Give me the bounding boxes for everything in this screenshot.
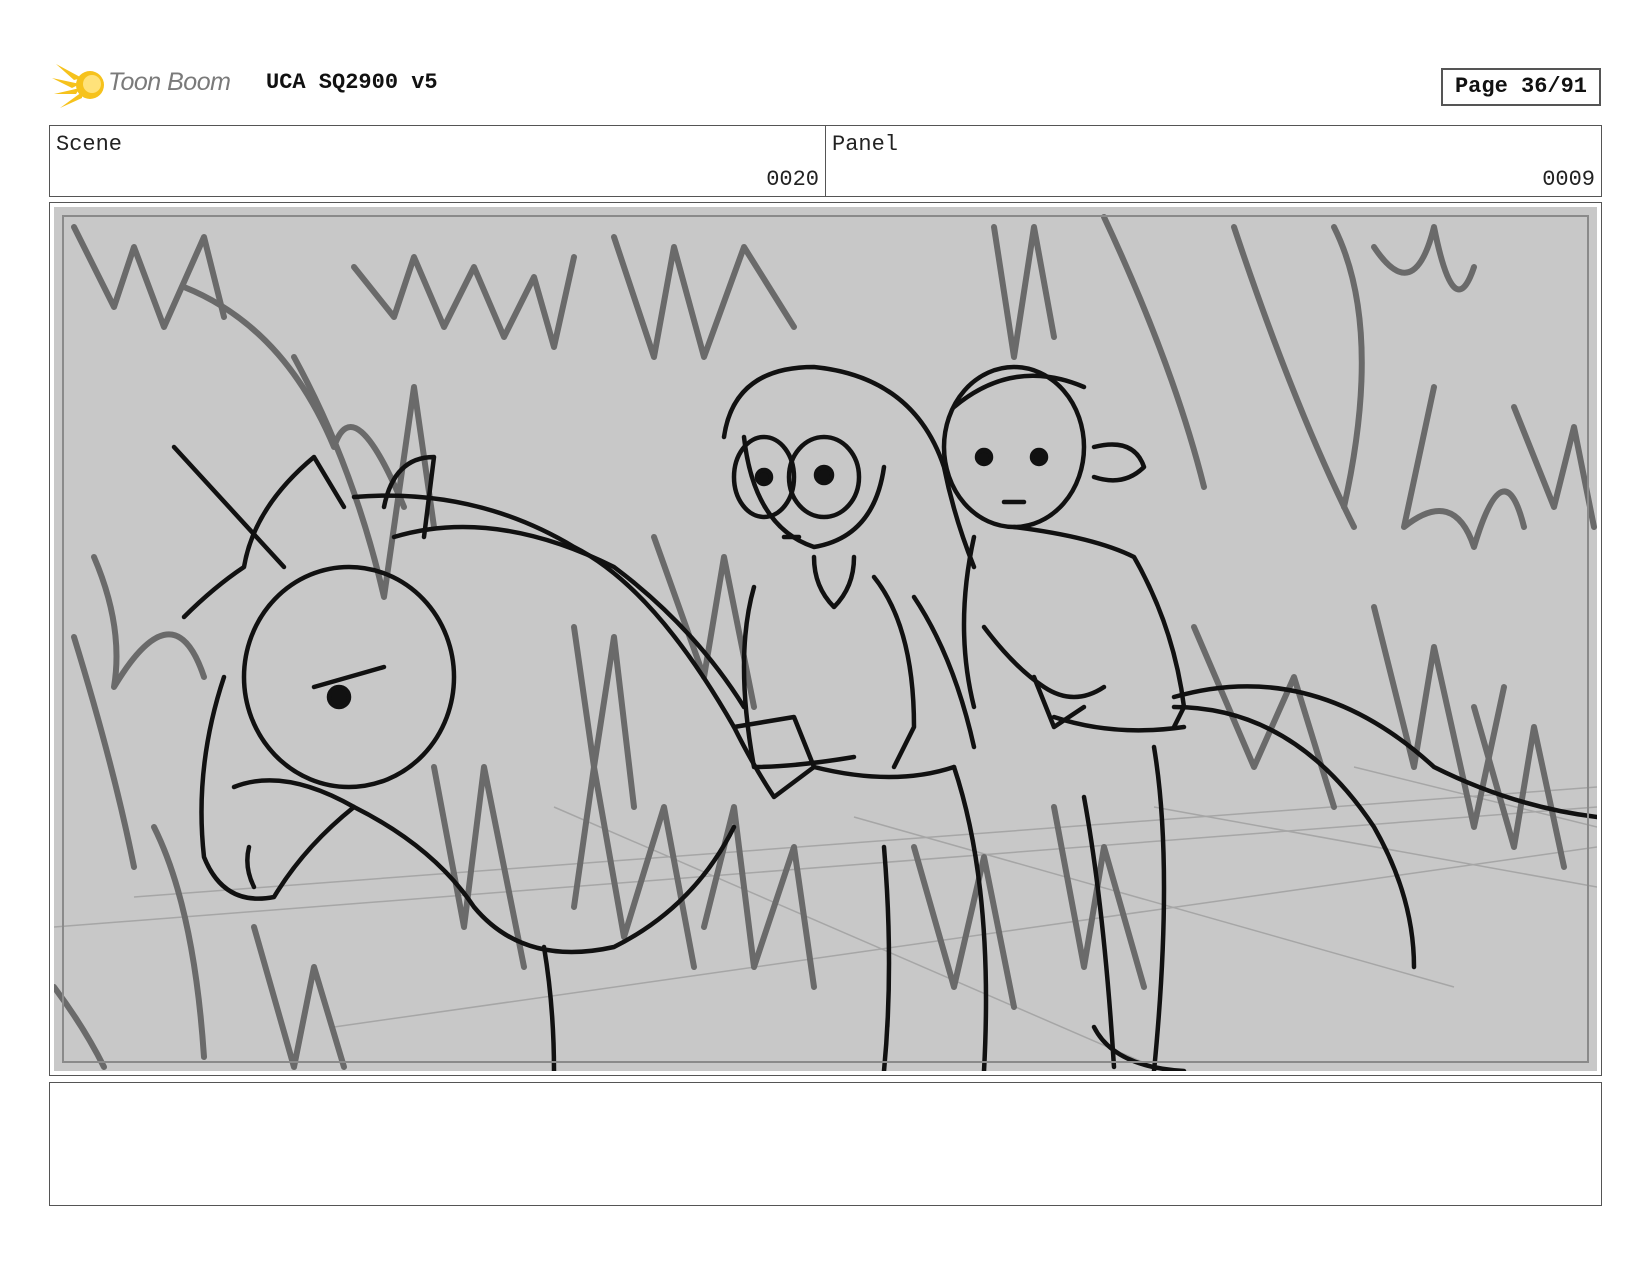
riders-sketch (721, 364, 1187, 800)
panel-cell: Panel 0009 (825, 126, 1601, 196)
page-header: Toon Boom UCA SQ2900 v5 Page 36/91 (52, 58, 1612, 112)
sketch-illustration-icon (54, 214, 1597, 1071)
brand-name: Toon Boom (108, 68, 231, 96)
horse-sketch (171, 444, 1597, 1071)
page-indicator: Page 36/91 (1441, 68, 1601, 106)
scene-number: 0020 (766, 167, 819, 192)
panel-artwork (54, 207, 1597, 1071)
scene-cell: Scene 0020 (50, 126, 825, 196)
document-title: UCA SQ2900 v5 (266, 70, 438, 95)
storyboard-panel (49, 202, 1602, 1076)
toon-boom-logo-icon (52, 64, 104, 108)
panel-notes (49, 1082, 1602, 1206)
scene-label: Scene (56, 132, 123, 157)
panel-label: Panel (832, 132, 899, 157)
panel-number: 0009 (1542, 167, 1595, 192)
scene-panel-info: Scene 0020 Panel 0009 (49, 125, 1602, 197)
forest-scribbles (54, 214, 1597, 1070)
